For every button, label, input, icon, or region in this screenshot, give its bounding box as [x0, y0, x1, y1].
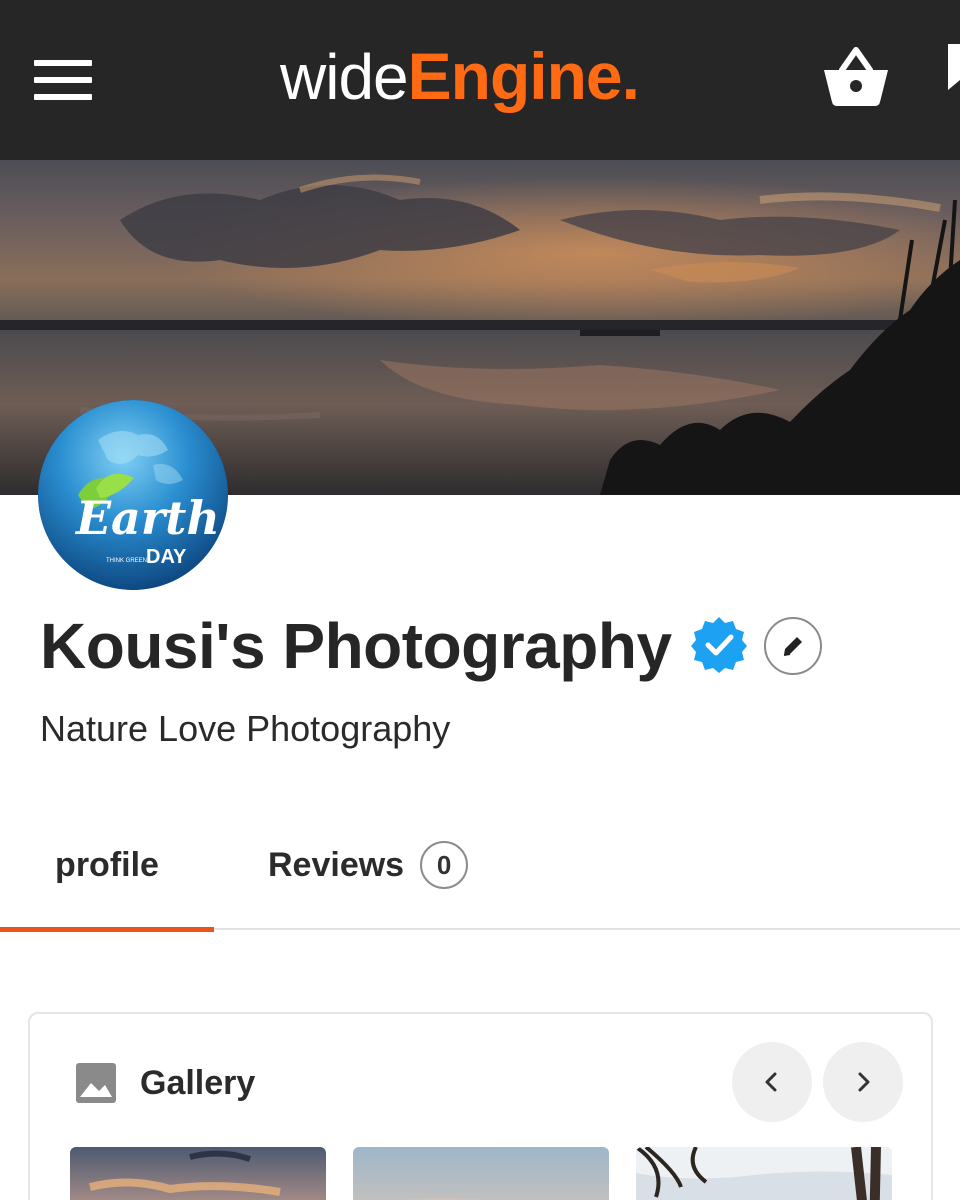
- image-icon: [76, 1063, 116, 1103]
- edit-profile-button[interactable]: [763, 617, 822, 675]
- avatar-day-text: DAY: [146, 546, 187, 568]
- logo-text-engine: Engine: [407, 39, 623, 113]
- menu-line: [34, 77, 92, 83]
- chevron-left-icon: [765, 1072, 777, 1092]
- logo-text-wide: wide: [280, 41, 409, 113]
- gallery-thumbnail[interactable]: [353, 1147, 609, 1200]
- menu-line: [34, 94, 92, 100]
- hamburger-menu-icon[interactable]: [34, 60, 94, 102]
- reviews-count-badge: 0: [420, 841, 469, 889]
- verified-badge-icon: [690, 617, 747, 673]
- gallery-prev-button[interactable]: [732, 1042, 812, 1122]
- basket-icon[interactable]: [820, 44, 892, 108]
- gallery-title: Gallery: [140, 1063, 256, 1102]
- page-title: Kousi's Photography: [40, 610, 672, 682]
- tab-profile[interactable]: profile: [0, 800, 214, 932]
- profile-title-row: Kousi's Photography: [40, 606, 822, 686]
- logo-dot: .: [621, 39, 640, 113]
- chevron-right-icon: [858, 1072, 870, 1092]
- avatar-tagline-text: THINK GREEN: [106, 558, 147, 564]
- profile-avatar[interactable]: Earth THINK GREEN DAY: [38, 400, 228, 590]
- gallery-thumbnail[interactable]: [70, 1147, 326, 1200]
- top-app-bar: wide Engine .: [0, 0, 960, 160]
- gallery-next-button[interactable]: [823, 1042, 903, 1122]
- gallery-thumbnail[interactable]: [636, 1147, 892, 1200]
- profile-tabs: profile Reviews 0: [0, 800, 960, 932]
- menu-line: [34, 60, 92, 66]
- pencil-icon: [783, 637, 802, 656]
- tab-reviews-label: Reviews: [268, 845, 405, 884]
- tab-profile-label: profile: [55, 845, 159, 884]
- bookmark-icon[interactable]: [944, 44, 960, 94]
- gallery-card: Gallery: [28, 1012, 933, 1200]
- brand-logo[interactable]: wide Engine .: [280, 38, 640, 128]
- tab-reviews[interactable]: Reviews 0: [268, 800, 469, 930]
- avatar-earth-text: Earth: [74, 491, 220, 545]
- gallery-header: Gallery: [76, 1058, 255, 1108]
- profile-subtitle: Nature Love Photography: [40, 708, 451, 749]
